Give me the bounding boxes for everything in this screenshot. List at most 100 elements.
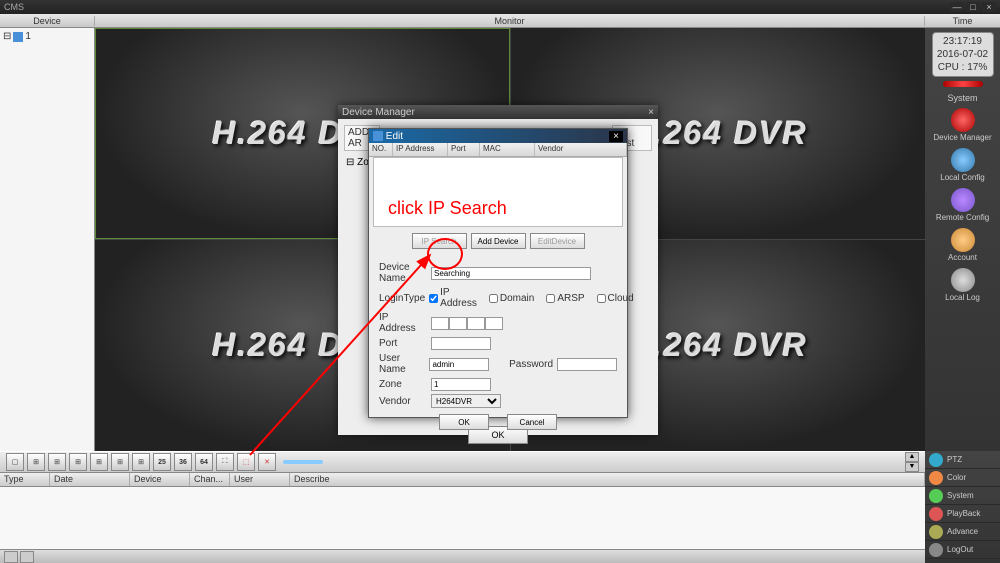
device-manager-button[interactable]: Device Manager: [932, 108, 994, 142]
disconnect-button[interactable]: ✕: [258, 453, 276, 471]
time-info-box: 23:17:19 2016-07-02 CPU : 17%: [932, 32, 994, 77]
edit-col-vendor[interactable]: Vendor: [535, 143, 627, 156]
log-col-device[interactable]: Device: [130, 473, 190, 486]
grid-36-button[interactable]: 36: [174, 453, 192, 471]
playback-button[interactable]: PlayBack: [925, 505, 1000, 523]
edit-dialog: Edit × NO. IP Address Port MAC Vendor IP…: [368, 128, 628, 418]
device-tree-panel: ⊟ 1: [0, 28, 95, 451]
edit-col-ip[interactable]: IP Address: [393, 143, 448, 156]
status-icon-1[interactable]: [4, 551, 18, 563]
window-controls: — □ ×: [950, 2, 996, 12]
log-col-type[interactable]: Type: [0, 473, 50, 486]
port-label: Port: [379, 338, 427, 349]
grid-25-button[interactable]: 25: [153, 453, 171, 471]
logout-button[interactable]: LogOut: [925, 541, 1000, 559]
login-type-label: LoginType: [379, 293, 425, 304]
grid-1-button[interactable]: ▢: [6, 453, 24, 471]
cpu-value: CPU : 17%: [935, 61, 991, 74]
scroll-up-button[interactable]: ▲: [905, 452, 919, 462]
ip-seg-2[interactable]: [449, 317, 467, 330]
ip-address-checkbox[interactable]: [429, 294, 438, 303]
logout-icon: [929, 543, 943, 557]
device-name-input[interactable]: [431, 267, 591, 280]
edit-col-mac[interactable]: MAC: [480, 143, 535, 156]
log-col-user[interactable]: User: [230, 473, 290, 486]
edit-list-header: NO. IP Address Port MAC Vendor: [369, 143, 627, 157]
ip-seg-1[interactable]: [431, 317, 449, 330]
port-input[interactable]: [431, 337, 491, 350]
ip-seg-3[interactable]: [467, 317, 485, 330]
edit-cancel-button[interactable]: Cancel: [507, 414, 557, 430]
tree-root-item[interactable]: ⊟ 1: [2, 30, 92, 43]
ip-address-label: IP Address: [379, 312, 427, 334]
maximize-button[interactable]: □: [966, 2, 980, 12]
username-input[interactable]: [429, 358, 489, 371]
cloud-checkbox[interactable]: [597, 294, 606, 303]
zone-input[interactable]: [431, 378, 491, 391]
log-table-header: Type Date Device Chan... User Describe: [0, 473, 925, 487]
edit-dialog-close-icon[interactable]: ×: [609, 131, 623, 142]
grid-9-button[interactable]: ⊞: [90, 453, 108, 471]
device-manager-title: Device Manager: [342, 107, 415, 118]
tree-expand-icon[interactable]: ⊟: [3, 31, 11, 42]
fullscreen-button[interactable]: ⛶: [216, 453, 234, 471]
account-button[interactable]: Account: [932, 228, 994, 262]
header-time: Time: [925, 16, 1000, 26]
account-icon: [951, 228, 975, 252]
local-log-button[interactable]: Local Log: [932, 268, 994, 302]
grid-4-button[interactable]: ⊞: [27, 453, 45, 471]
log-col-channel[interactable]: Chan...: [190, 473, 230, 486]
edit-search-results-list[interactable]: [373, 157, 623, 227]
ip-search-button[interactable]: IP Search: [412, 233, 467, 249]
snapshot-button[interactable]: ⬚: [237, 453, 255, 471]
log-col-date[interactable]: Date: [50, 473, 130, 486]
scroll-down-button[interactable]: ▼: [905, 462, 919, 472]
grid-6-button[interactable]: ⊞: [48, 453, 66, 471]
ip-seg-4[interactable]: [485, 317, 503, 330]
grid-16-button[interactable]: ⊞: [111, 453, 129, 471]
local-config-button[interactable]: Local Config: [932, 148, 994, 182]
device-name-label: Device Name: [379, 262, 427, 284]
device-manager-icon: [951, 108, 975, 132]
edit-device-button[interactable]: EditDevice: [530, 233, 585, 249]
grid-20-button[interactable]: ⊞: [132, 453, 150, 471]
edit-col-no[interactable]: NO.: [369, 143, 393, 156]
ptz-icon: [929, 453, 943, 467]
date-value: 2016-07-02: [935, 48, 991, 61]
color-button[interactable]: Color: [925, 469, 1000, 487]
close-button[interactable]: ×: [982, 2, 996, 12]
grid-8-button[interactable]: ⊞: [69, 453, 87, 471]
advance-icon: [929, 525, 943, 539]
vendor-select[interactable]: H264DVR: [431, 394, 501, 408]
status-led: [943, 81, 983, 87]
grid-64-button[interactable]: 64: [195, 453, 213, 471]
vendor-label: Vendor: [379, 396, 427, 407]
zone-label: Zone: [379, 379, 427, 390]
ip-address-input[interactable]: [431, 317, 503, 330]
arsp-checkbox[interactable]: [546, 294, 555, 303]
remote-config-icon: [951, 188, 975, 212]
advance-button[interactable]: Advance: [925, 523, 1000, 541]
volume-slider[interactable]: [283, 460, 323, 464]
device-manager-titlebar[interactable]: Device Manager ×: [338, 105, 658, 119]
domain-checkbox[interactable]: [489, 294, 498, 303]
remote-config-button[interactable]: Remote Config: [932, 188, 994, 222]
password-input[interactable]: [557, 358, 617, 371]
status-bar: [0, 549, 925, 563]
password-label: Password: [509, 359, 553, 370]
ptz-button[interactable]: PTZ: [925, 451, 1000, 469]
edit-ok-button[interactable]: OK: [439, 414, 489, 430]
tree-root-label: 1: [25, 31, 31, 42]
edit-dialog-titlebar[interactable]: Edit ×: [369, 129, 627, 143]
edit-col-port[interactable]: Port: [448, 143, 480, 156]
add-device-button[interactable]: Add Device: [471, 233, 526, 249]
header-row: Device Monitor Time: [0, 14, 1000, 28]
log-col-describe[interactable]: Describe: [290, 473, 925, 486]
header-device: Device: [0, 16, 95, 26]
minimize-button[interactable]: —: [950, 2, 964, 12]
system-button[interactable]: System: [925, 487, 1000, 505]
log-table-body: [0, 487, 925, 549]
header-monitor: Monitor: [95, 16, 925, 26]
status-icon-2[interactable]: [20, 551, 34, 563]
device-manager-close-icon[interactable]: ×: [648, 107, 654, 118]
